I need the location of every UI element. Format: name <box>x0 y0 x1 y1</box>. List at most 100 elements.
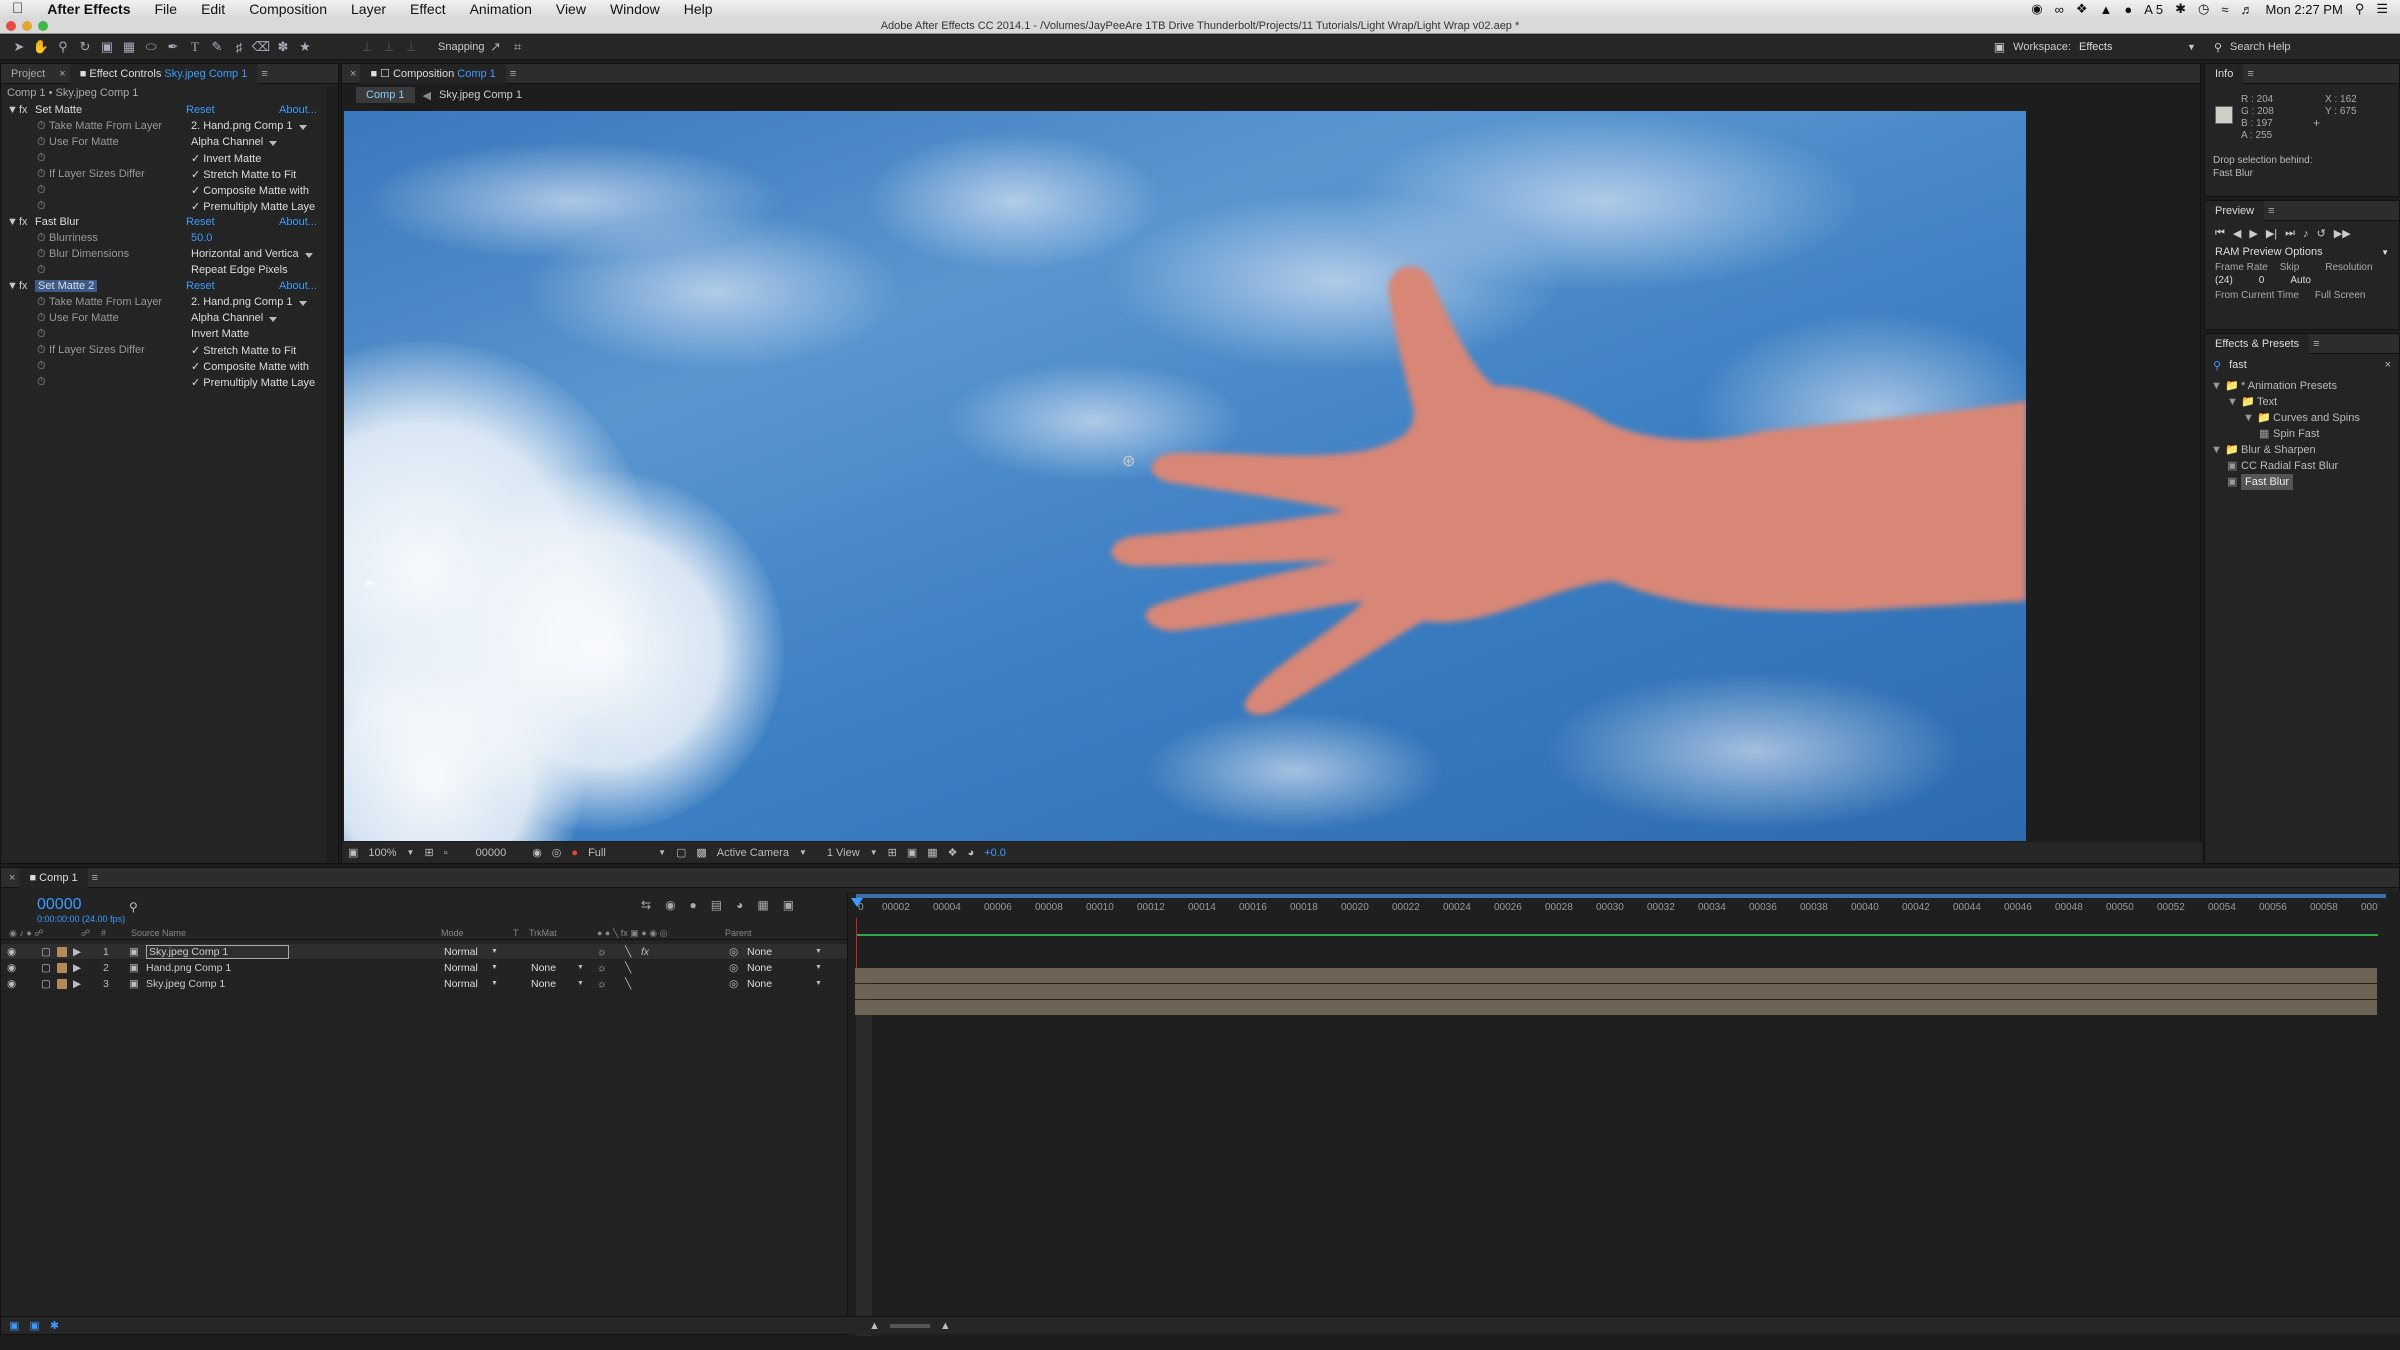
creative-cloud-icon[interactable]: ∞ <box>2055 2 2064 17</box>
frame-blending-icon[interactable]: ▤ <box>711 898 722 912</box>
layer-duration-bar[interactable] <box>855 968 2377 983</box>
effects-tree-item[interactable]: ▦ Spin Fast <box>2205 426 2399 442</box>
tree-item-label[interactable]: * Animation Presets <box>2241 378 2337 394</box>
camera-dropdown-icon[interactable]: ▼ <box>799 848 807 857</box>
parent-pickwhip-icon[interactable]: ◎ <box>729 978 738 990</box>
zoom-window-button[interactable] <box>38 21 48 31</box>
effect-name[interactable]: Set Matte <box>35 104 82 116</box>
views-select[interactable]: 1 View <box>827 847 860 859</box>
layer-expand-icon[interactable]: ▶ <box>73 978 81 990</box>
column-source-name[interactable]: Source Name <box>131 928 186 938</box>
stopwatch-icon[interactable]: ⏱ <box>37 184 46 197</box>
mode-dropdown-icon[interactable]: ▼ <box>491 980 498 987</box>
notification-center-icon[interactable]: ☰ <box>2376 1 2388 17</box>
roto-brush-tool-icon[interactable]: ✽ <box>272 37 294 57</box>
tree-item-label[interactable]: Spin Fast <box>2273 426 2319 442</box>
dropbox-icon[interactable]: ❖ <box>2076 1 2088 17</box>
quality-switch-icon[interactable]: ╲ <box>625 978 631 990</box>
reset-link[interactable]: Reset <box>186 216 215 228</box>
property-value[interactable]: Repeat Edge Pixels <box>191 264 288 276</box>
property-value[interactable]: Horizontal and Verticа <box>191 248 313 260</box>
collapse-switch-icon[interactable]: ☼ <box>597 978 607 990</box>
reset-link[interactable]: Reset <box>186 280 215 292</box>
effect-header[interactable]: ▼ fx Set Matte Reset About... <box>1 104 338 120</box>
rotation-tool-icon[interactable]: ↻ <box>74 37 96 57</box>
mode-select[interactable]: Normal <box>444 978 478 990</box>
minimize-window-button[interactable] <box>22 21 32 31</box>
parent-dropdown-icon[interactable]: ▼ <box>815 980 822 987</box>
parent-pickwhip-icon[interactable]: ◎ <box>729 962 738 974</box>
fx-icon[interactable]: fx <box>19 104 28 116</box>
always-preview-icon[interactable]: ▣ <box>348 846 358 859</box>
drive-icon[interactable]: ▲ <box>2100 2 2113 17</box>
panel-menu-icon[interactable]: ≡ <box>2264 201 2278 221</box>
puppet-tool-icon[interactable]: ★ <box>294 37 316 57</box>
effects-tree-item[interactable]: ▣ Fast Blur <box>2205 474 2399 490</box>
exposure-value[interactable]: +0.0 <box>984 847 1006 859</box>
apple-menu-icon[interactable]:  <box>0 0 35 18</box>
tree-item-label[interactable]: Text <box>2257 394 2277 410</box>
fx-icon[interactable]: fx <box>19 216 28 228</box>
visibility-eye-icon[interactable]: ◉ <box>7 978 16 990</box>
playhead-handle[interactable] <box>851 898 863 913</box>
stopwatch-icon[interactable]: ⏱ <box>37 136 46 149</box>
fx-switch-icon[interactable]: fx <box>641 946 649 958</box>
stopwatch-icon[interactable]: ⏱ <box>37 376 46 389</box>
menu-effect[interactable]: Effect <box>398 0 458 18</box>
lock-icon[interactable]: ▢ <box>41 946 51 958</box>
close-window-button[interactable] <box>6 21 16 31</box>
mode-select[interactable]: Normal <box>444 962 478 974</box>
stopwatch-icon[interactable]: ⏱ <box>37 248 46 261</box>
safe-zones-icon[interactable]: ⊞ <box>424 846 433 859</box>
last-frame-icon[interactable]: ⏭ <box>2285 227 2295 240</box>
exposure-reset-icon[interactable]: ◕ <box>968 847 975 859</box>
snapping-label[interactable]: Snapping <box>438 41 485 53</box>
ram-preview-options[interactable]: RAM Preview Options <box>2215 246 2323 258</box>
menu-animation[interactable]: Animation <box>458 0 544 18</box>
fast-previews-icon[interactable]: ▣ <box>907 846 917 859</box>
effects-tree-item[interactable]: ▼ 📁 * Animation Presets <box>2205 378 2399 394</box>
visibility-eye-icon[interactable]: ◉ <box>7 946 16 958</box>
tab-close-icon[interactable]: × <box>342 64 360 84</box>
skip-select[interactable]: 0 <box>2259 275 2265 286</box>
time-machine-icon[interactable]: ◷ <box>2198 1 2209 17</box>
stopwatch-icon[interactable]: ⏱ <box>37 232 46 245</box>
property-value[interactable]: 2. Hand.png Comp 1 <box>191 296 306 308</box>
menu-view[interactable]: View <box>544 0 598 18</box>
stopwatch-icon[interactable]: ⏱ <box>37 120 46 133</box>
camera-tool-icon[interactable]: ▣ <box>96 37 118 57</box>
toggle-modes-icon[interactable]: ▣ <box>29 1319 39 1332</box>
tree-item-label[interactable]: CC Radial Fast Blur <box>2241 458 2338 474</box>
ram-options-dropdown-icon[interactable]: ▼ <box>2381 248 2389 257</box>
trkmat-select[interactable]: None <box>531 962 556 974</box>
disclosure-triangle-icon[interactable]: ▼ <box>7 280 18 292</box>
parent-dropdown-icon[interactable]: ▼ <box>815 964 822 971</box>
work-area-bar[interactable] <box>856 894 2386 898</box>
panel-menu-icon[interactable]: ≡ <box>2243 64 2257 84</box>
layer-row[interactable]: ◉ ▢ ▶ 3 ▣ Sky.jpeg Comp 1 Normal ▼ None ▼ ☼ ╲ ◎ None ▼ <box>1 976 847 992</box>
timeline-options-icon[interactable]: ▣ <box>783 898 794 912</box>
zoom-dropdown-icon[interactable]: ▼ <box>407 848 415 857</box>
property-value[interactable]: Alpha Channel <box>191 312 278 324</box>
parent-dropdown-icon[interactable]: ▼ <box>815 948 822 955</box>
column-mode[interactable]: Mode <box>441 928 464 938</box>
effect-name[interactable]: Set Matte 2 <box>35 280 98 292</box>
effects-tree-item[interactable]: ▼ 📁 Blur & Sharpen <box>2205 442 2399 458</box>
motion-blur-icon[interactable]: ◕ <box>736 898 743 912</box>
resolution-select[interactable]: Full <box>588 847 648 859</box>
parent-select[interactable]: None <box>747 946 772 958</box>
layer-expand-icon[interactable]: ▶ <box>73 962 81 974</box>
adobe-status[interactable]: A 5 <box>2144 2 2163 17</box>
first-frame-icon[interactable]: ⏮ <box>2215 227 2225 240</box>
panel-menu-icon[interactable]: ≡ <box>506 64 520 84</box>
shy-icon[interactable]: ● <box>690 898 697 912</box>
timeline-icon[interactable]: ▦ <box>927 846 937 859</box>
tab-close-icon[interactable]: × <box>55 64 69 84</box>
property-value[interactable]: ✓ Premultiply Matte Laye <box>191 200 315 213</box>
about-link[interactable]: About... <box>279 104 317 116</box>
stopwatch-icon[interactable]: ⏱ <box>37 312 46 325</box>
stopwatch-icon[interactable]: ⏱ <box>37 344 46 357</box>
nav-comp-1[interactable]: Comp 1 <box>356 87 415 103</box>
menu-edit[interactable]: Edit <box>189 0 237 18</box>
menu-help[interactable]: Help <box>672 0 725 18</box>
